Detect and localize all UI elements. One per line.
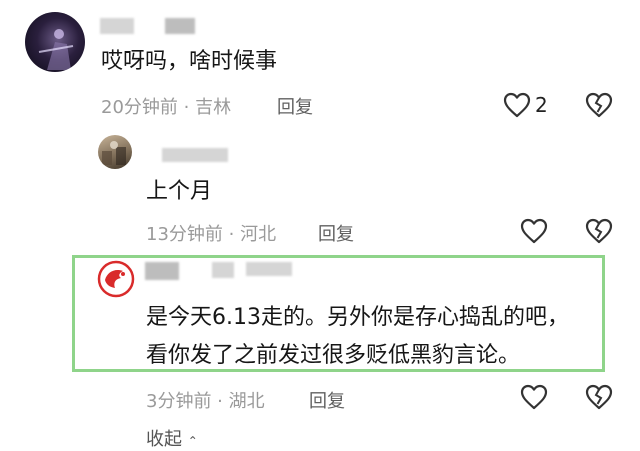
username-masked-2 [212,262,234,278]
collapse-label: 收起 [146,429,182,450]
avatar[interactable] [97,260,135,298]
heart-icon[interactable] [503,92,531,118]
heart-icon[interactable] [520,384,548,410]
like-count: 2 [535,93,548,117]
comment-text-line-1: 是今天6.13走的。另外你是存心捣乱的吧， [146,305,569,330]
collapse-replies[interactable]: 收起 ⌃ [146,425,198,451]
comment-meta: 20分钟前 · 吉林 [101,93,231,119]
avatar[interactable] [25,12,85,72]
comment-text: 上个月 [146,179,213,204]
username-masked-2 [165,18,195,34]
reply-button[interactable]: 回复 [277,93,313,119]
comment-time-location: 20分钟前 · 吉林 [101,97,232,118]
avatar-guitarist-icon [38,29,74,70]
comment-meta: 3分钟前 · 湖北 [146,387,265,413]
comment-text: 哎呀吗，啥时候事 [101,49,278,74]
avatar[interactable] [98,135,132,169]
username-masked[interactable] [145,262,179,280]
red-panther-logo-icon [97,260,135,298]
username-masked-3 [246,262,292,276]
comment-text-line-2: 看你发了之前发过很多贬低黑豹言论。 [146,343,521,368]
username-masked[interactable] [100,18,134,34]
chevron-up-icon: ⌃ [187,434,198,448]
avatar-photo-icon [102,141,126,165]
dislike-heart-icon[interactable] [585,92,613,118]
username-masked[interactable] [162,148,228,162]
reply-button[interactable]: 回复 [309,387,345,413]
reply-button[interactable]: 回复 [318,220,354,246]
comment-meta: 13分钟前 · 河北 [146,220,276,246]
comment-time-location: 3分钟前 · 湖北 [146,391,265,412]
dislike-heart-icon[interactable] [585,218,613,244]
dislike-heart-icon[interactable] [585,384,613,410]
comment-time-location: 13分钟前 · 河北 [146,224,277,245]
heart-icon[interactable] [520,218,548,244]
